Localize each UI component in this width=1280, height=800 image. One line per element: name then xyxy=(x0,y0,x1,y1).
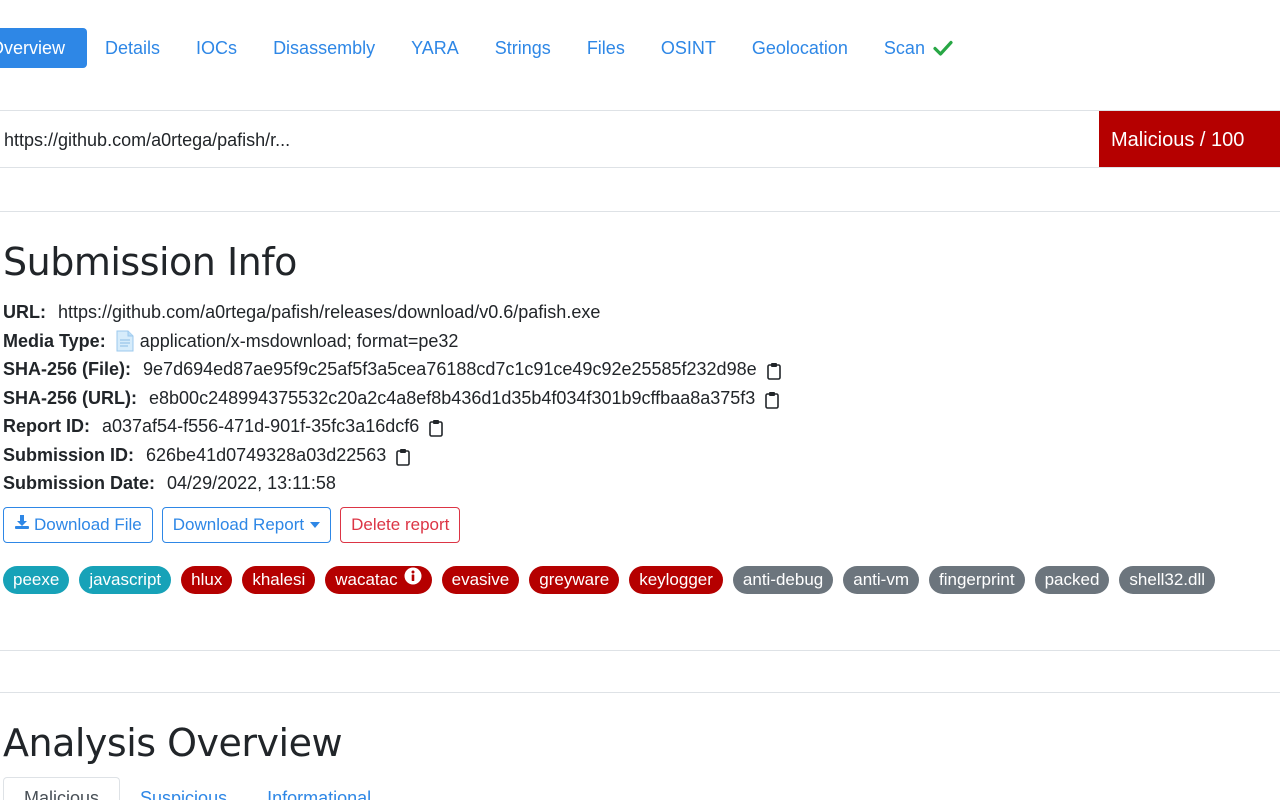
tab-malicious[interactable]: Malicious xyxy=(3,777,121,800)
clipboard-icon[interactable] xyxy=(396,446,411,466)
tag-badge: wacatac xyxy=(325,566,432,594)
submission-info: URL: https://github.com/a0rtega/pafish/r… xyxy=(3,298,781,498)
tab-geolocation[interactable]: Geolocation xyxy=(734,28,866,68)
clipboard-icon[interactable] xyxy=(765,389,780,409)
sha256-file-row: SHA-256 (File): 9e7d694ed87ae95f9c25af5f… xyxy=(3,355,781,384)
url-bar: https://github.com/a0rtega/pafish/r... M… xyxy=(0,110,1280,168)
tag-badge: khalesi xyxy=(242,566,316,594)
info-label: SHA-256 (URL): xyxy=(3,387,138,408)
download-report-label: Download Report xyxy=(172,515,305,534)
submission-info-title: Submission Info xyxy=(3,240,297,284)
tag-label: wacatac xyxy=(335,570,398,589)
tag-list: peexe javascript hlux khalesi wacatac ev… xyxy=(3,566,1216,594)
tab-files[interactable]: Files xyxy=(569,28,643,68)
download-icon xyxy=(14,508,30,542)
tab-disassembly[interactable]: Disassembly xyxy=(255,28,393,68)
media-type-row: Media Type: application/x-msdownload; fo… xyxy=(3,327,781,356)
clipboard-icon[interactable] xyxy=(429,417,444,438)
tag-badge: javascript xyxy=(79,566,172,594)
tag-badge: keylogger xyxy=(629,566,723,594)
clipboard-icon[interactable] xyxy=(766,360,781,381)
info-value: e8b00c248994375532c20a2c4a8ef8b436d1d35b… xyxy=(149,387,756,408)
action-buttons: Download File Download Report Delete rep… xyxy=(3,507,461,543)
tab-scan[interactable]: Scan xyxy=(866,28,971,68)
divider xyxy=(0,650,1280,651)
info-value: a037af54-f556-471d-901f-35fc3a16dcf6 xyxy=(102,416,420,436)
info-label: SHA-256 (File): xyxy=(3,359,132,379)
tag-badge: anti-debug xyxy=(732,566,834,594)
submission-id-row: Submission ID: 626be41d0749328a03d22563 xyxy=(3,441,781,470)
download-file-button[interactable]: Download File xyxy=(3,507,153,543)
info-label: Submission Date: xyxy=(3,473,156,493)
info-label: URL: xyxy=(3,302,46,322)
tab-informational[interactable]: Informational xyxy=(247,778,391,800)
file-icon xyxy=(116,330,134,352)
tab-suspicious[interactable]: Suspicious xyxy=(120,778,247,800)
info-value: application/x-msdownload; format=pe32 xyxy=(139,330,459,351)
tab-details[interactable]: Details xyxy=(87,28,178,68)
info-value: 04/29/2022, 13:11:58 xyxy=(167,473,336,493)
check-icon xyxy=(933,30,953,70)
tag-badge: fingerprint xyxy=(928,566,1025,594)
tag-badge: anti-vm xyxy=(843,566,919,594)
tab-scan-label: Scan xyxy=(883,38,925,58)
tag-badge: peexe xyxy=(3,566,70,594)
download-file-label: Download File xyxy=(34,515,142,534)
tab-overview[interactable]: Overview xyxy=(0,28,88,68)
download-report-button[interactable]: Download Report xyxy=(161,507,332,543)
delete-report-button[interactable]: Delete report xyxy=(340,507,461,543)
info-label: Submission ID: xyxy=(3,444,135,465)
submitted-url: https://github.com/a0rtega/pafish/r... xyxy=(4,130,291,150)
tag-badge: packed xyxy=(1034,566,1110,594)
sha256-url-row: SHA-256 (URL): e8b00c248994375532c20a2c4… xyxy=(3,384,781,413)
info-value: 9e7d694ed87ae95f9c25af5f3a5cea76188cd7c1… xyxy=(143,359,757,379)
submission-date-row: Submission Date: 04/29/2022, 13:11:58 xyxy=(3,469,781,498)
info-label: Media Type: xyxy=(3,330,106,351)
tag-badge: evasive xyxy=(441,566,520,594)
report-id-row: Report ID: a037af54-f556-471d-901f-35fc3… xyxy=(3,412,781,441)
divider xyxy=(0,692,1280,693)
analysis-overview-title: Analysis Overview xyxy=(3,721,343,765)
tab-strings[interactable]: Strings xyxy=(477,28,569,68)
tag-badge: shell32.dll xyxy=(1119,566,1216,594)
delete-report-label: Delete report xyxy=(351,515,450,534)
report-nav-tabs: Overview Details IOCs Disassembly YARA S… xyxy=(0,28,971,68)
tab-osint[interactable]: OSINT xyxy=(643,28,734,68)
analysis-tabs: Malicious Suspicious Informational xyxy=(3,777,391,800)
info-value: https://github.com/a0rtega/pafish/releas… xyxy=(58,302,601,322)
info-label: Report ID: xyxy=(3,416,90,436)
url-row: URL: https://github.com/a0rtega/pafish/r… xyxy=(3,298,781,327)
tag-badge: greyware xyxy=(529,566,620,594)
caret-down-icon xyxy=(310,522,321,528)
report-page: Overview Details IOCs Disassembly YARA S… xyxy=(0,0,1280,800)
tab-iocs[interactable]: IOCs xyxy=(178,28,255,68)
info-value: 626be41d0749328a03d22563 xyxy=(146,444,387,465)
tag-badge: hlux xyxy=(181,566,233,594)
verdict-badge: Malicious / 100 xyxy=(1099,111,1280,167)
divider xyxy=(0,211,1280,212)
tab-yara[interactable]: YARA xyxy=(393,28,477,68)
info-circle-icon[interactable] xyxy=(404,566,422,594)
